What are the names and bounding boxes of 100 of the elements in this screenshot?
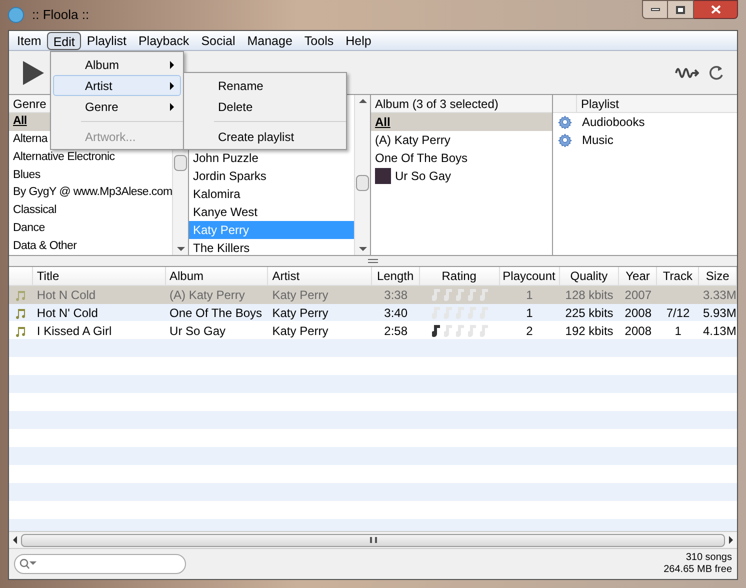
list-item[interactable]: Jordin Sparks	[189, 167, 354, 185]
empty-note-star	[444, 325, 452, 337]
scroll-down-icon[interactable]	[176, 247, 184, 251]
menu-entry[interactable]: Create playlist	[186, 126, 344, 147]
scroll-left-icon[interactable]	[13, 536, 17, 544]
scroll-up-icon[interactable]	[358, 99, 366, 103]
track-row[interactable]: Hot N Cold (A) Katy Perry Katy Perry 3:38 1 128 kbits 2007 3.33M	[9, 286, 737, 304]
list-item[interactable]: Blues	[9, 166, 172, 184]
empty-note-star	[480, 325, 488, 337]
list-item[interactable]: Dance	[9, 220, 172, 238]
rating-stars[interactable]	[432, 289, 488, 301]
menu-item[interactable]: Social	[195, 32, 242, 50]
menu-item[interactable]: Help	[340, 32, 378, 50]
scroll-thumb[interactable]	[174, 155, 187, 171]
horizontal-scrollbar[interactable]	[9, 531, 737, 548]
table-cell-text: I Kissed A Girl	[36, 323, 113, 340]
empty-note-star	[456, 289, 464, 301]
table-cell-text: 2008	[624, 305, 652, 322]
table-cell-text: 3:38	[383, 287, 409, 304]
menu-item[interactable]: Item	[11, 32, 48, 50]
gear-icon	[558, 133, 572, 147]
table-cell-text: 2007	[624, 287, 652, 304]
album-label: Ur So Gay	[395, 168, 452, 185]
track-row[interactable]: Hot N' Cold One Of The Boys Katy Perry 3:40 1 225 kbits 2008 7/12 5.93M	[9, 304, 737, 322]
play-icon[interactable]	[21, 60, 45, 86]
menu-entry[interactable]: Delete	[186, 96, 344, 117]
scroll-thumb[interactable]	[356, 175, 369, 191]
list-item[interactable]: John Puzzle	[189, 149, 354, 167]
refresh-icon[interactable]	[707, 64, 725, 82]
column-header[interactable]: Quality	[560, 267, 620, 285]
rating-stars[interactable]	[432, 325, 488, 337]
table-cell-text: 1	[674, 323, 682, 340]
table-cell-text: One Of The Boys	[168, 305, 264, 322]
menu-item[interactable]: Edit	[47, 32, 81, 50]
filled-note-star	[432, 325, 440, 337]
album-label: One Of The Boys	[375, 150, 468, 167]
window-title: :: Floola ::	[32, 6, 90, 24]
search-field[interactable]	[14, 554, 186, 574]
wave-arrow-icon[interactable]	[675, 66, 699, 80]
list-item[interactable]: Kanye West	[189, 203, 354, 221]
table-cell-text: 2	[525, 323, 534, 340]
column-header[interactable]: Rating	[420, 267, 500, 285]
empty-note-star	[444, 289, 452, 301]
scroll-thumb[interactable]	[21, 534, 725, 546]
search-icon	[19, 558, 37, 570]
minimize-button[interactable]	[642, 0, 668, 19]
column-header[interactable]: Track	[657, 267, 700, 285]
menu-item[interactable]: Playlist	[80, 32, 132, 50]
table-cell-text: 2:58	[383, 323, 409, 340]
free-space: 264.65 MB free	[664, 564, 732, 576]
list-item[interactable]: The Killers	[189, 239, 354, 257]
vertical-scrollbar[interactable]	[354, 95, 370, 255]
column-header[interactable]: Length	[372, 267, 420, 285]
track-row[interactable]: I Kissed A Girl Ur So Gay Katy Perry 2:58 2 192 kbits 2008 1 4.13M	[9, 322, 737, 340]
table-cell-text: 5.93M	[702, 305, 737, 322]
list-item[interactable]: Alternative Electronic	[9, 148, 172, 166]
menu-item[interactable]: Manage	[241, 32, 298, 50]
playlist-item[interactable]: Music	[553, 131, 737, 149]
menu-entry[interactable]: Genre	[53, 96, 181, 117]
list-item[interactable]: All	[371, 113, 552, 131]
album-label: All	[375, 114, 390, 131]
list-item[interactable]: Classical	[9, 202, 172, 220]
menu-item[interactable]: Tools	[298, 32, 340, 50]
music-note-icon	[14, 307, 27, 319]
list-item[interactable]: Data & Other	[9, 237, 172, 255]
table-cell-text: Hot N' Cold	[36, 305, 99, 322]
list-item[interactable]: (A) Katy Perry	[371, 131, 552, 149]
empty-note-star	[432, 289, 440, 301]
maximize-button[interactable]	[668, 0, 694, 19]
list-item[interactable]: One Of The Boys	[371, 149, 552, 167]
column-header[interactable]: Year	[619, 267, 658, 285]
menu-item[interactable]: Playback	[132, 32, 196, 50]
table-cell-text: 192 kbits	[564, 323, 614, 340]
list-item[interactable]: Ur So Gay	[371, 167, 552, 185]
column-header[interactable]: Album	[166, 267, 268, 285]
list-item[interactable]: By GygY @ www.Mp3Alese.com	[9, 184, 172, 202]
menu-entry[interactable]: Album	[53, 54, 181, 75]
column-header[interactable]: Artist	[268, 267, 372, 285]
table-cell-text: Katy Perry	[271, 305, 330, 322]
column-header[interactable]: Title	[32, 267, 166, 285]
music-note-icon	[14, 289, 27, 301]
table-cell-text: 1	[525, 287, 534, 304]
table-cell-text: 225 kbits	[564, 305, 614, 322]
table-cell-text: 4.13M	[702, 323, 737, 340]
empty-note-star	[468, 289, 476, 301]
list-item[interactable]: Kalomira	[189, 185, 354, 203]
table-cell-text: Hot N Cold	[36, 287, 97, 304]
menu-entry[interactable]: Artist	[53, 75, 181, 96]
close-icon	[710, 5, 720, 14]
column-header[interactable]: Album (3 of 3 selected)	[371, 95, 552, 113]
playlist-item[interactable]: Audiobooks	[553, 113, 737, 131]
table-cell-text: (A) Katy Perry	[168, 287, 246, 304]
scroll-right-icon[interactable]	[729, 536, 733, 544]
table-cell-text: 7/12	[665, 305, 691, 322]
menu-entry[interactable]: Rename	[186, 75, 344, 96]
scroll-down-icon[interactable]	[358, 247, 366, 251]
close-button[interactable]	[694, 0, 738, 19]
gear-icon	[558, 115, 572, 129]
column-header[interactable]: Size	[699, 267, 737, 285]
column-header[interactable]: Playcount	[500, 267, 560, 285]
